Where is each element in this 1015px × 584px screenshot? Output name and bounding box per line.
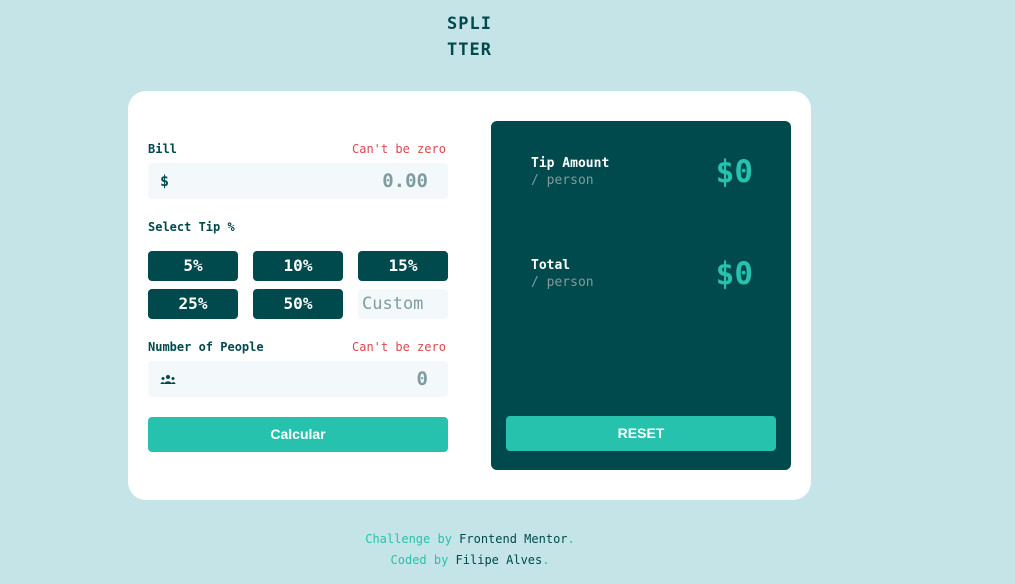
footer-coded: Coded by Filipe Alves. [0,553,940,567]
result-panel: Tip Amount / person $0 Total / person $0… [491,121,791,470]
total-title: Total [531,258,571,273]
reset-button[interactable]: RESET [506,416,776,451]
frontend-mentor-link[interactable]: Frontend Mentor [459,532,567,546]
tip-25-button[interactable]: 25% [148,289,238,319]
tip-amount-title: Tip Amount [531,156,610,171]
tip-15-button[interactable]: 15% [358,251,448,281]
dollar-icon: $ [160,172,170,190]
people-error: Can't be zero [352,340,446,354]
bill-value: 0.00 [382,170,428,192]
people-input[interactable]: 0 [148,361,448,397]
footer-challenge-suffix: . [567,532,575,546]
bill-input[interactable]: $ 0.00 [148,163,448,199]
footer-coded-prefix: Coded by [390,553,449,567]
total-value: $0 [715,256,753,292]
tip-50-button[interactable]: 50% [253,289,343,319]
people-value: 0 [416,368,428,390]
bill-label: Bill [148,142,177,156]
app-logo: SPLI TTER [447,11,492,63]
tip-label: Select Tip % [148,220,235,234]
logo-line-2: TTER [447,40,492,60]
tip-custom-input[interactable]: Custom [358,289,448,319]
tip-5-button[interactable]: 5% [148,251,238,281]
author-link[interactable]: Filipe Alves [456,553,543,567]
total-sub: / person [531,275,594,290]
tip-amount-value: $0 [715,154,753,190]
people-label: Number of People [148,340,264,354]
bill-error: Can't be zero [352,142,446,156]
footer-challenge-prefix: Challenge by [365,532,452,546]
footer-challenge: Challenge by Frontend Mentor. [0,532,940,546]
footer-coded-suffix: . [542,553,550,567]
logo-line-1: SPLI [447,14,492,34]
calculator-card: Bill Can't be zero $ 0.00 Select Tip % 5… [128,91,811,500]
person-icon [160,372,176,390]
tip-10-button[interactable]: 10% [253,251,343,281]
calculate-button[interactable]: Calcular [148,417,448,452]
tip-amount-sub: / person [531,173,594,188]
